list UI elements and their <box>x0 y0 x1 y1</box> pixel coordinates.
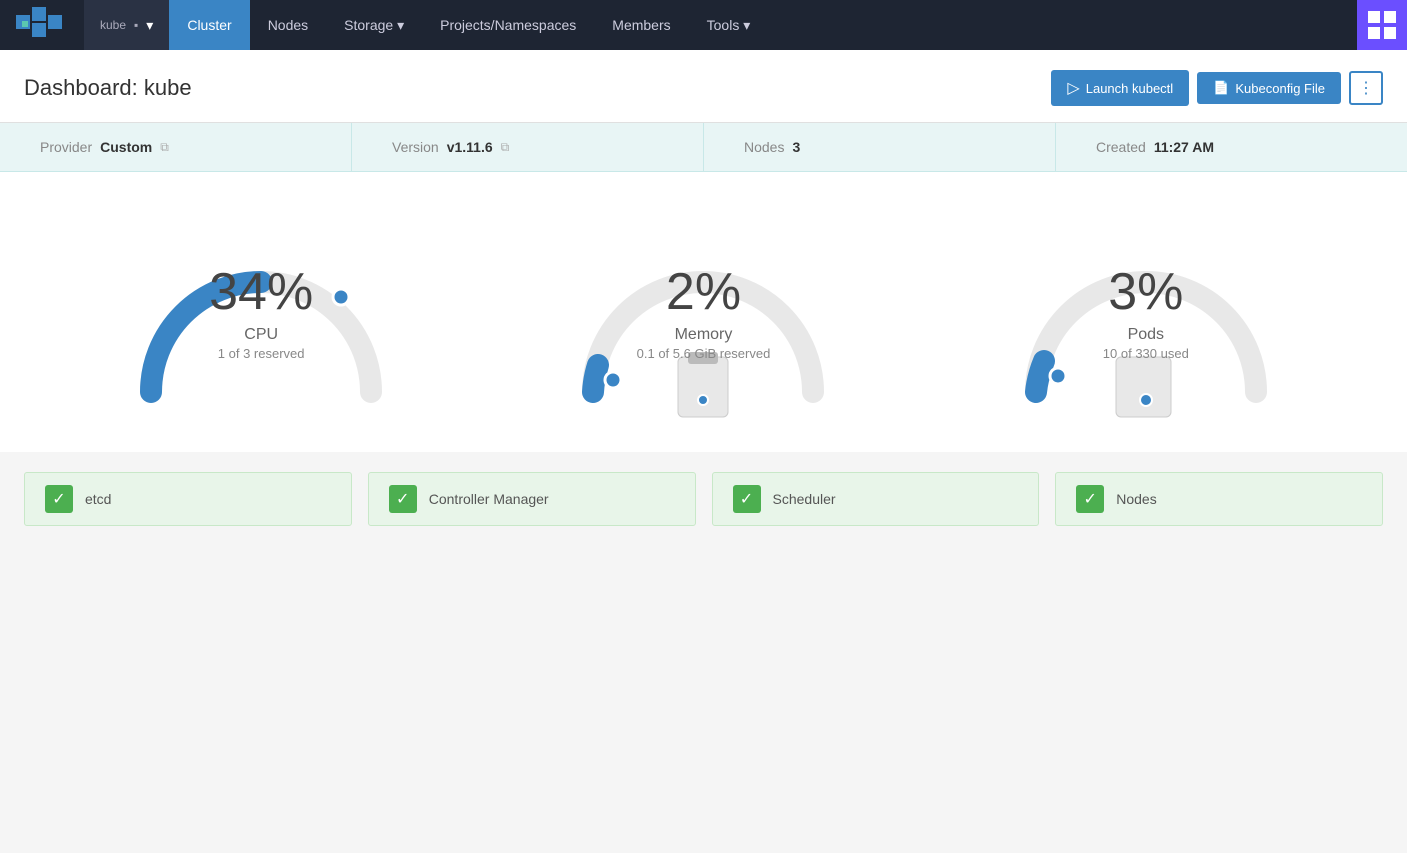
nav-item-cluster[interactable]: Cluster <box>169 0 249 50</box>
memory-gauge: 2% Memory 0.1 of 5.6 GiB reserved <box>553 202 853 422</box>
nav-item-nodes[interactable]: Nodes <box>250 0 326 50</box>
info-provider: Provider Custom ⧉ <box>0 123 352 171</box>
etcd-check-icon: ✓ <box>45 485 73 513</box>
page-header: Dashboard: kube ▷ Launch kubectl 📄 Kubec… <box>0 50 1407 123</box>
copy-version-icon[interactable]: ⧉ <box>501 140 510 155</box>
pods-label: Pods <box>1103 326 1189 344</box>
scheduler-check-icon: ✓ <box>733 485 761 513</box>
launch-kubectl-button[interactable]: ▷ Launch kubectl <box>1051 70 1189 106</box>
cpu-sublabel: 1 of 3 reserved <box>209 346 313 361</box>
cluster-selector[interactable]: kube ▪ ▾ <box>84 0 169 50</box>
status-section: ✓ etcd ✓ Controller Manager ✓ Scheduler … <box>0 452 1407 546</box>
etcd-label: etcd <box>85 491 111 507</box>
info-created: Created 11:27 AM <box>1056 123 1407 171</box>
navbar: kube ▪ ▾ Cluster Nodes Storage ▾ Project… <box>0 0 1407 50</box>
pods-sublabel: 10 of 330 used <box>1103 346 1189 361</box>
cpu-label: CPU <box>209 326 313 344</box>
nav-right <box>1357 0 1407 50</box>
memory-gauge-center: 2% Memory 0.1 of 5.6 GiB reserved <box>637 262 771 361</box>
kubeconfig-file-button[interactable]: 📄 Kubeconfig File <box>1197 72 1341 104</box>
controller-manager-label: Controller Manager <box>429 491 549 507</box>
nav-items: Cluster Nodes Storage ▾ Projects/Namespa… <box>169 0 768 50</box>
file-icon: 📄 <box>1213 80 1229 96</box>
info-bar: Provider Custom ⧉ Version v1.11.6 ⧉ Node… <box>0 123 1407 172</box>
nav-item-projects[interactable]: Projects/Namespaces <box>422 0 594 50</box>
info-nodes: Nodes 3 <box>704 123 1056 171</box>
pods-gauge-center: 3% Pods 10 of 330 used <box>1103 262 1189 361</box>
terminal-icon: ▷ <box>1067 78 1079 98</box>
copy-provider-icon[interactable]: ⧉ <box>160 140 169 155</box>
memory-pct: 2% <box>637 262 771 322</box>
gauges-section: 34% CPU 1 of 3 reserved 2% Memory 0.1 of… <box>0 172 1407 452</box>
cluster-name: kube <box>100 18 126 32</box>
nodes-check-icon: ✓ <box>1076 485 1104 513</box>
memory-sublabel: 0.1 of 5.6 GiB reserved <box>637 346 771 361</box>
nodes-status-label: Nodes <box>1116 491 1156 507</box>
nav-item-tools[interactable]: Tools ▾ <box>689 0 769 50</box>
cpu-gauge-center: 34% CPU 1 of 3 reserved <box>209 262 313 361</box>
controller-manager-check-icon: ✓ <box>389 485 417 513</box>
pods-pct: 3% <box>1103 262 1189 322</box>
status-scheduler: ✓ Scheduler <box>712 472 1040 526</box>
status-nodes: ✓ Nodes <box>1055 472 1383 526</box>
status-etcd: ✓ etcd <box>24 472 352 526</box>
info-version: Version v1.11.6 ⧉ <box>352 123 704 171</box>
nav-item-storage[interactable]: Storage ▾ <box>326 0 422 50</box>
cpu-gauge: 34% CPU 1 of 3 reserved <box>111 202 411 422</box>
header-actions: ▷ Launch kubectl 📄 Kubeconfig File ⋮ <box>1051 70 1383 106</box>
memory-label: Memory <box>637 326 771 344</box>
cpu-pct: 34% <box>209 262 313 322</box>
scheduler-label: Scheduler <box>773 491 836 507</box>
pods-gauge: 3% Pods 10 of 330 used <box>996 202 1296 422</box>
page-title: Dashboard: kube <box>24 75 192 101</box>
logo <box>0 0 84 50</box>
status-controller-manager: ✓ Controller Manager <box>368 472 696 526</box>
more-options-button[interactable]: ⋮ <box>1349 71 1383 105</box>
nav-item-members[interactable]: Members <box>594 0 688 50</box>
app-icon[interactable] <box>1357 0 1407 50</box>
